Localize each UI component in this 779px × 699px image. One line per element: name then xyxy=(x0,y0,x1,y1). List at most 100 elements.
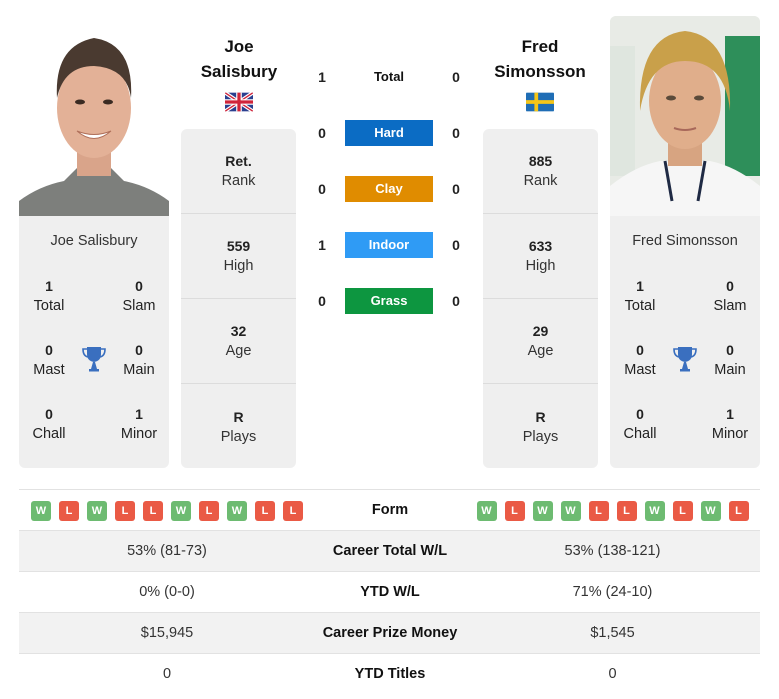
h2h-left-count: 1 xyxy=(318,237,326,253)
title-count: 0 xyxy=(726,342,734,358)
player2-photo[interactable] xyxy=(610,16,760,216)
player2-titles-slam: 0 Slam xyxy=(700,276,760,316)
table-row-career-prize-money: $15,945 Career Prize Money $1,545 xyxy=(19,613,760,654)
title-count: 1 xyxy=(726,406,734,422)
player1-titles-minor: 1 Minor xyxy=(109,404,169,444)
form-badge-loss[interactable]: L xyxy=(283,500,303,521)
title-count: 1 xyxy=(45,278,53,294)
player1-titles-card: Joe Salisbury 1 Total 0 Slam 0 Mast 0 Main 0… xyxy=(19,216,169,468)
stat-label: Rank xyxy=(221,173,256,189)
h2h-left-count: 0 xyxy=(318,181,326,197)
surface-badge-clay[interactable]: Clay xyxy=(345,176,433,202)
player2-portrait-image xyxy=(610,16,760,216)
player2-value: 71% (24-10) xyxy=(572,584,653,600)
title-label: Minor xyxy=(711,426,749,442)
title-label: Chall xyxy=(32,426,66,442)
player1-name-heading[interactable]: Joe Salisbury xyxy=(180,34,298,84)
stat-label: High xyxy=(525,258,556,274)
form-badge-loss[interactable]: L xyxy=(59,500,79,521)
form-badge-loss[interactable]: L xyxy=(504,500,525,521)
stat-value: Ret. xyxy=(225,153,252,169)
form-label: Form xyxy=(371,502,409,518)
title-label: Mast xyxy=(33,362,65,378)
form-badge-loss[interactable]: L xyxy=(143,500,163,521)
player2-first-name: Fred xyxy=(521,37,559,56)
form-badge-loss[interactable]: L xyxy=(588,500,609,521)
player1-value: $15,945 xyxy=(140,625,194,641)
player2-name-heading[interactable]: Fred Simonsson xyxy=(481,34,599,84)
h2h-right-count: 0 xyxy=(452,293,460,309)
row-label: Career Prize Money xyxy=(322,625,458,641)
title-count: 0 xyxy=(636,342,644,358)
player1-value: 0% (0-0) xyxy=(139,584,195,600)
title-label: Mast xyxy=(624,362,656,378)
title-count: 0 xyxy=(45,406,53,422)
player2-rank: 885 Rank xyxy=(483,129,598,214)
player1-stats-panel: Ret. Rank 559 High 32 Age R Plays xyxy=(181,129,296,468)
form-badge-loss[interactable]: L xyxy=(255,500,275,521)
surface-badge-indoor[interactable]: Indoor xyxy=(345,232,433,258)
form-badge-win[interactable]: W xyxy=(644,500,665,521)
player2-value: 53% (138-121) xyxy=(564,543,661,559)
form-badge-loss[interactable]: L xyxy=(728,500,749,521)
title-label: Slam xyxy=(122,298,156,314)
player2-high: 633 High xyxy=(483,214,598,299)
title-count: 0 xyxy=(135,342,143,358)
surface-badge-grass[interactable]: Grass xyxy=(345,288,433,314)
player1-age: 32 Age xyxy=(181,299,296,384)
player1-first-name: Joe xyxy=(224,37,254,56)
player1-titles-total: 1 Total xyxy=(19,276,79,316)
player1-plays: R Plays xyxy=(181,384,296,469)
uk-flag-icon xyxy=(225,92,253,112)
form-badge-loss[interactable]: L xyxy=(199,500,219,521)
player1-full-name[interactable]: Joe Salisbury xyxy=(19,233,169,249)
h2h-right-count: 0 xyxy=(452,181,460,197)
stat-label: Age xyxy=(225,343,252,359)
player2-titles-card: Fred Simonsson 1 Total 0 Slam 0 Mast 0 Main … xyxy=(610,216,760,468)
form-row: WLWLLWLWLL Form WLWWLLWLWL xyxy=(19,490,760,531)
comparison-table: WLWLLWLWLL Form WLWWLLWLWL 53% (81-73) C… xyxy=(19,489,760,695)
row-label: Career Total W/L xyxy=(332,543,448,559)
form-badge-win[interactable]: W xyxy=(560,500,581,521)
form-badge-loss[interactable]: L xyxy=(115,500,135,521)
stat-value: 559 xyxy=(226,238,251,254)
player1-titles-mast: 0 Mast xyxy=(19,340,79,380)
form-badge-win[interactable]: W xyxy=(227,500,247,521)
title-label: Main xyxy=(123,362,155,378)
player1-titles-slam: 0 Slam xyxy=(109,276,169,316)
h2h-row-total: 1 Total 0 xyxy=(305,64,475,90)
form-badge-loss[interactable]: L xyxy=(672,500,693,521)
player1-value: 0 xyxy=(162,666,172,682)
trophy-icon xyxy=(82,347,106,372)
player2-stats-panel: 885 Rank 633 High 29 Age R Plays xyxy=(483,129,598,468)
player1-titles-chall: 0 Chall xyxy=(19,404,79,444)
form-badge-loss[interactable]: L xyxy=(616,500,637,521)
player1-value: 53% (81-73) xyxy=(127,543,207,559)
player2-titles-chall: 0 Chall xyxy=(610,404,670,444)
title-count: 0 xyxy=(726,278,734,294)
h2h-right-count: 0 xyxy=(452,237,460,253)
surface-badge-hard[interactable]: Hard xyxy=(345,120,433,146)
title-count: 0 xyxy=(135,278,143,294)
player1-photo[interactable] xyxy=(19,16,169,216)
form-badge-win[interactable]: W xyxy=(700,500,721,521)
form-badge-win[interactable]: W xyxy=(532,500,553,521)
form-badge-win[interactable]: W xyxy=(171,500,191,521)
player2-full-name[interactable]: Fred Simonsson xyxy=(610,233,760,249)
h2h-row-clay: 0 Clay 0 xyxy=(305,176,475,202)
trophy-icon xyxy=(673,347,697,372)
title-label: Main xyxy=(714,362,746,378)
stat-label: Rank xyxy=(523,173,558,189)
title-label: Minor xyxy=(120,426,158,442)
row-label: YTD Titles xyxy=(354,666,426,682)
form-badge-win[interactable]: W xyxy=(476,500,497,521)
sweden-flag-icon xyxy=(526,92,554,112)
title-count: 1 xyxy=(636,278,644,294)
form-badge-win[interactable]: W xyxy=(31,500,51,521)
stat-label: Plays xyxy=(522,428,559,445)
player2-last-name: Simonsson xyxy=(494,62,586,81)
h2h-row-indoor: 1 Indoor 0 xyxy=(305,232,475,258)
title-label: Chall xyxy=(623,426,657,442)
player2-value: 0 xyxy=(608,666,617,682)
form-badge-win[interactable]: W xyxy=(87,500,107,521)
